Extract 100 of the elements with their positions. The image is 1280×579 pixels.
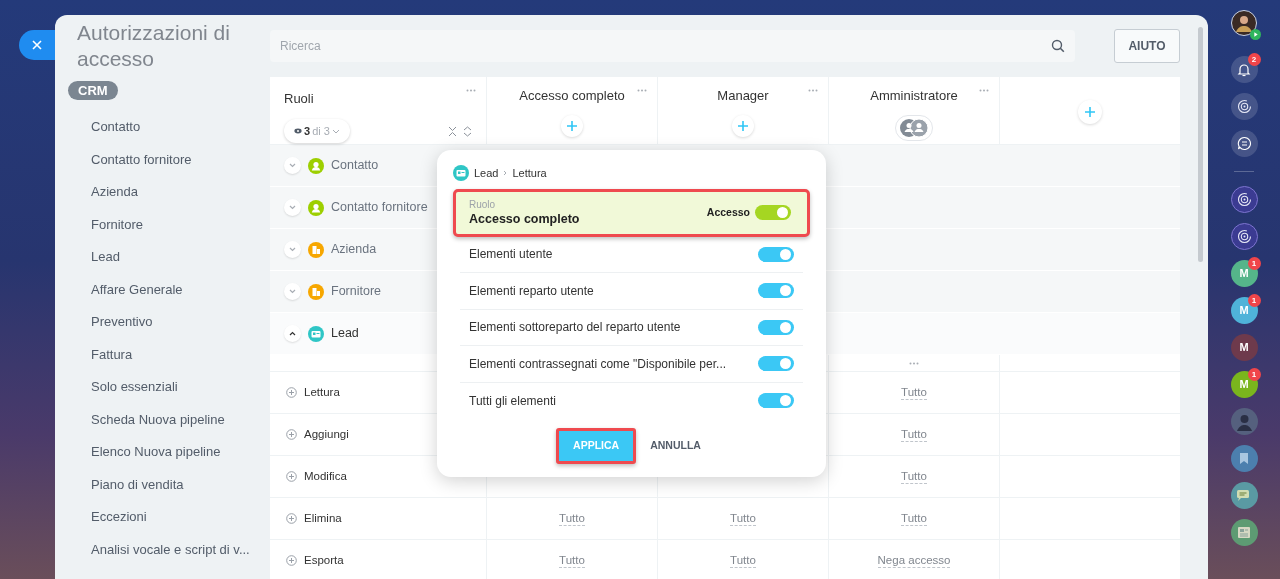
chat-avatar[interactable]: M 1: [1230, 297, 1258, 324]
entity-name[interactable]: Lead: [331, 324, 359, 343]
toggle-switch[interactable]: [758, 283, 794, 299]
chat-avatar[interactable]: M 1: [1230, 260, 1258, 287]
swirl-icon[interactable]: [1236, 99, 1252, 114]
toggle-switch[interactable]: [758, 246, 794, 262]
add-circle-icon[interactable]: [286, 471, 297, 482]
toggle-switch[interactable]: [758, 393, 794, 409]
plus-icon: [737, 119, 749, 132]
add-circle-icon[interactable]: [286, 387, 297, 398]
chat-avatar[interactable]: M: [1230, 334, 1258, 361]
access-level-link[interactable]: Tutto: [730, 511, 756, 526]
cancel-button[interactable]: ANNULLA: [644, 428, 707, 464]
role-label: Ruolo: [469, 198, 497, 211]
notification-badge: 1: [1247, 257, 1261, 270]
expand-button[interactable]: [284, 241, 301, 258]
more-icon[interactable]: [808, 89, 818, 92]
more-icon[interactable]: [466, 89, 476, 92]
expand-button[interactable]: [284, 199, 301, 216]
play-icon[interactable]: [1250, 29, 1261, 40]
add-role-button[interactable]: [1078, 100, 1102, 124]
card-icon: [453, 165, 469, 182]
nav-item[interactable]: Analisi vocale e script di v...: [91, 533, 270, 566]
add-button[interactable]: [561, 114, 583, 137]
more-icon[interactable]: [909, 361, 919, 365]
access-level-link[interactable]: Nega accesso: [877, 553, 951, 568]
chevron-icon: [503, 170, 508, 177]
nav-item[interactable]: Preventivo: [91, 306, 270, 339]
nav-item[interactable]: Solo essenziali: [91, 371, 270, 404]
expand-icon[interactable]: [463, 125, 472, 137]
access-level-link[interactable]: Tutto: [730, 553, 756, 568]
option-label: Tutti gli elementi: [469, 392, 556, 410]
swirl-icon[interactable]: [1236, 192, 1252, 207]
more-icon[interactable]: [637, 89, 647, 92]
nav-item[interactable]: Fornitore: [91, 208, 270, 241]
access-level-link[interactable]: Tutto: [559, 553, 585, 568]
more-icon[interactable]: [979, 89, 989, 92]
option-label: Elementi reparto utente: [469, 282, 594, 300]
nav-item[interactable]: Piano di vendita: [91, 468, 270, 501]
collapse-button[interactable]: [284, 325, 301, 342]
nav-item[interactable]: Affare Generale: [91, 273, 270, 306]
option-label: Elementi sottoreparto del reparto utente: [469, 319, 681, 337]
nav-item[interactable]: Elenco Nuova pipeline: [91, 436, 270, 469]
nav-item[interactable]: Eccezioni: [91, 501, 270, 534]
person-icon: [308, 157, 324, 174]
expand-button[interactable]: [284, 157, 301, 174]
permission-name: Aggiungi: [304, 426, 349, 442]
option-label: Elementi contrassegnati come "Disponibile per...: [469, 355, 727, 373]
expand-button[interactable]: [284, 283, 301, 300]
access-level-link[interactable]: Tutto: [901, 385, 927, 400]
bell-icon[interactable]: [1237, 62, 1251, 77]
group-avatar-icon[interactable]: [1230, 408, 1258, 435]
chevron-down-icon: [289, 289, 296, 294]
plus-icon: [1084, 106, 1096, 118]
visible-roles-selector[interactable]: 3 di 3: [284, 119, 350, 143]
messages-icon[interactable]: [1236, 488, 1252, 503]
notification-badge: 2: [1247, 53, 1261, 66]
close-button[interactable]: [19, 30, 55, 60]
add-circle-icon[interactable]: [286, 429, 297, 440]
section-tag[interactable]: CRM: [68, 81, 118, 100]
nav-item[interactable]: Lead: [91, 241, 270, 274]
toggle-switch[interactable]: [755, 205, 791, 220]
chat-icon[interactable]: [1236, 136, 1252, 151]
nav-item[interactable]: Contatto: [91, 111, 270, 144]
nav-item[interactable]: Contatto fornitore: [91, 143, 270, 176]
scrollbar[interactable]: [1197, 27, 1203, 262]
search-field[interactable]: Ricerca: [270, 30, 1075, 62]
chevron-down-icon: [289, 205, 296, 210]
permission-name: Elimina: [304, 510, 342, 526]
add-circle-icon[interactable]: [286, 513, 297, 524]
avatar-icon[interactable]: [1231, 10, 1257, 36]
entity-name[interactable]: Fornitore: [331, 282, 382, 301]
nav-item[interactable]: Scheda Nuova pipeline: [91, 403, 270, 436]
access-level-link[interactable]: Tutto: [901, 511, 927, 526]
role-title: Amministratore: [870, 87, 958, 105]
option-label: Elementi utente: [469, 246, 553, 264]
chevron-down-icon: [289, 163, 296, 168]
bookmark-icon[interactable]: [1239, 452, 1249, 465]
nav-item[interactable]: Fattura: [91, 338, 270, 371]
chat-avatar[interactable]: M 1: [1230, 371, 1258, 398]
toggle-switch[interactable]: [758, 356, 794, 372]
swirl-icon[interactable]: [1236, 229, 1252, 244]
search-icon[interactable]: [1051, 39, 1065, 53]
notification-badge: 1: [1247, 368, 1261, 381]
newspaper-icon[interactable]: [1237, 526, 1251, 539]
access-level-link[interactable]: Tutto: [901, 427, 927, 442]
help-button[interactable]: AIUTO: [1114, 29, 1180, 63]
nav-item[interactable]: Azienda: [91, 176, 270, 209]
role-title: Manager: [717, 87, 769, 105]
entity-name[interactable]: Contatto fornitore: [331, 198, 428, 217]
add-button[interactable]: [732, 114, 754, 137]
access-level-link[interactable]: Tutto: [901, 469, 927, 484]
collapse-icon[interactable]: [448, 125, 457, 137]
toggle-switch[interactable]: [758, 319, 794, 335]
access-level-link[interactable]: Tutto: [559, 511, 585, 526]
entity-name[interactable]: Contatto: [331, 156, 379, 175]
add-circle-icon[interactable]: [286, 555, 297, 566]
users-icon[interactable]: [895, 114, 933, 141]
entity-name[interactable]: Azienda: [331, 240, 377, 259]
page-title: Autorizzazioni di accesso: [77, 20, 231, 72]
